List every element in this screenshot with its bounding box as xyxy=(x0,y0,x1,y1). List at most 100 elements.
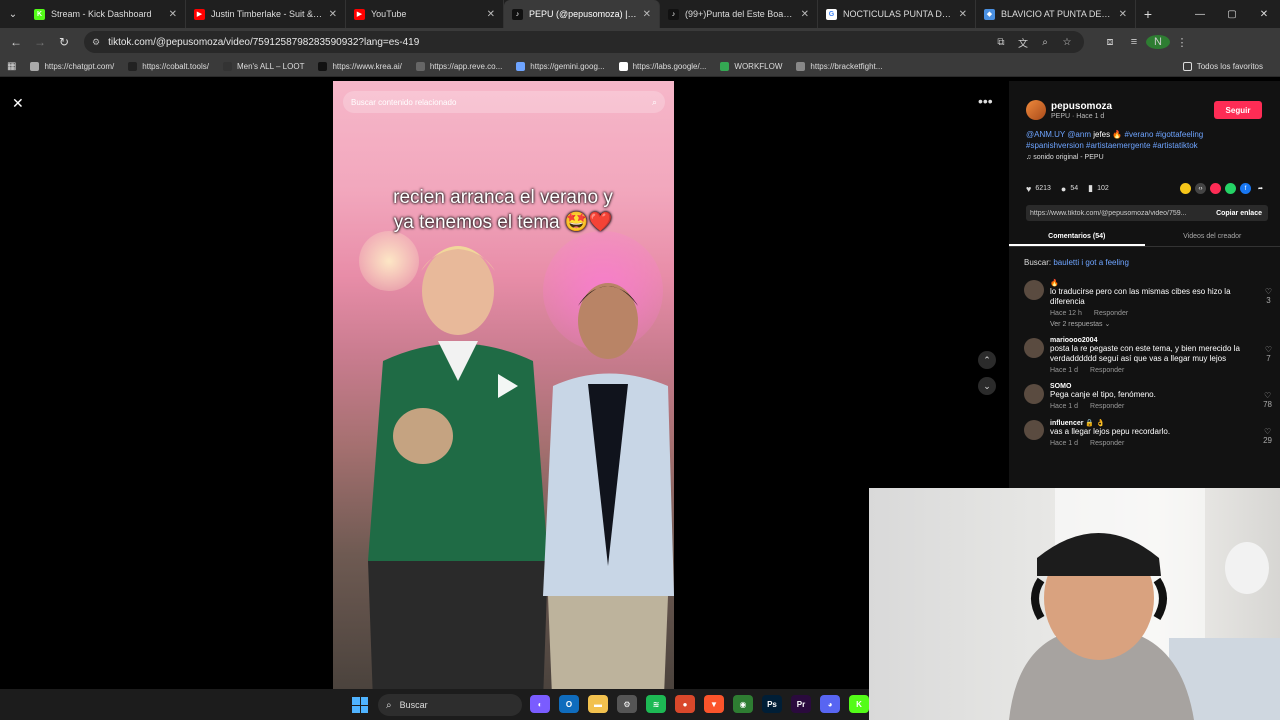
commenter-avatar[interactable] xyxy=(1024,420,1044,440)
reply-button[interactable]: Responder xyxy=(1090,403,1124,410)
save-button[interactable]: ▮ 102 xyxy=(1088,183,1109,194)
close-tab-icon[interactable]: ✕ xyxy=(329,9,337,20)
menu-icon[interactable]: ⋮ xyxy=(1170,36,1194,49)
close-tab-icon[interactable]: ✕ xyxy=(959,9,967,20)
forward-icon[interactable]: → xyxy=(28,35,52,49)
settings-icon[interactable]: ⚙ xyxy=(617,695,637,713)
close-tab-icon[interactable]: ✕ xyxy=(487,9,495,20)
related-search-input[interactable]: Buscar contenido relacionado ⌕ xyxy=(343,91,665,113)
profile-avatar[interactable]: N xyxy=(1146,35,1170,49)
next-video-icon[interactable]: ⌄ xyxy=(978,377,996,395)
tiktok-share-icon[interactable] xyxy=(1210,183,1221,194)
reply-button[interactable]: Responder xyxy=(1094,310,1128,317)
browser-tab[interactable]: K Stream - Kick Dashboard ✕ xyxy=(26,0,186,28)
commenter-name[interactable]: 🔥 xyxy=(1050,279,1272,287)
tab-creator-videos[interactable]: Videos del creador xyxy=(1145,229,1280,246)
like-button[interactable]: ♥ 6213 xyxy=(1026,184,1051,194)
bookmark-item[interactable]: https://labs.google/... xyxy=(612,61,714,71)
browser-tab[interactable]: ♪ PEPU (@pepusomoza) | TikTok ✕ xyxy=(504,0,660,28)
browser-tab[interactable]: ◆ BLAVICIO AT PUNTA DEL ESTE ✕ xyxy=(976,0,1136,28)
creator-name[interactable]: pepusomoza xyxy=(1051,101,1112,112)
close-window-icon[interactable]: ✕ xyxy=(1248,9,1280,20)
new-tab-button[interactable]: + xyxy=(1136,6,1160,22)
facebook-icon[interactable]: f xyxy=(1240,183,1251,194)
close-tab-icon[interactable]: ✕ xyxy=(643,9,651,20)
apps-icon[interactable]: ▦ xyxy=(0,61,23,72)
brave-icon[interactable]: ▼ xyxy=(704,695,724,713)
bookmark-item[interactable]: WORKFLOW xyxy=(713,61,789,71)
bookmark-item[interactable]: https://app.reve.co... xyxy=(409,61,509,71)
sound-link[interactable]: ♫ sonido original - PEPU xyxy=(1026,154,1104,161)
follow-button[interactable]: Seguir xyxy=(1214,101,1262,119)
browser-tab[interactable]: G NOCTICULAS PUNTA DELE STE ✕ xyxy=(818,0,976,28)
commenter-avatar[interactable] xyxy=(1024,384,1044,404)
comment-button[interactable]: ● 54 xyxy=(1061,184,1078,194)
share-arrow-icon[interactable]: ➦ xyxy=(1255,183,1266,194)
back-icon[interactable]: ← xyxy=(4,35,28,49)
chrome-icon[interactable]: ◉ xyxy=(733,695,753,713)
extensions-icon[interactable]: ⧈ xyxy=(1098,36,1122,49)
video-link-field[interactable]: https://www.tiktok.com/@pepusomoza/video… xyxy=(1026,205,1268,221)
close-icon[interactable]: ✕ xyxy=(12,95,24,112)
commenter-name[interactable]: marioooo2004 xyxy=(1050,337,1272,344)
whatsapp-icon[interactable] xyxy=(1225,183,1236,194)
comment-like-button[interactable]: ♡ 78 xyxy=(1263,391,1272,409)
bookmark-item[interactable]: https://gemini.goog... xyxy=(509,61,611,71)
embed-icon[interactable]: ‹› xyxy=(1195,183,1206,194)
bookmark-item[interactable]: https://bracketfight... xyxy=(789,61,889,71)
address-bar[interactable]: ⚙ tiktok.com/@pepusomoza/video/759125879… xyxy=(84,31,1084,53)
cast-icon[interactable]: ⧉ xyxy=(990,37,1012,48)
coin-share-icon[interactable] xyxy=(1180,183,1191,194)
reload-icon[interactable]: ↻ xyxy=(52,35,76,49)
description-mentions[interactable]: @ANM.UY @anm xyxy=(1026,130,1091,139)
comment-like-button[interactable]: ♡ 7 xyxy=(1265,345,1272,363)
browser-tab[interactable]: ♪ (99+)Punta del Este Boat Club ✕ xyxy=(660,0,818,28)
close-tab-icon[interactable]: ✕ xyxy=(1119,9,1127,20)
tab-search-icon[interactable]: ⌄ xyxy=(0,0,26,28)
browser-tab[interactable]: ▶ Justin Timberlake - Suit & Tie (O ✕ xyxy=(186,0,346,28)
minimize-icon[interactable]: — xyxy=(1184,9,1216,20)
site-info-icon[interactable]: ⚙ xyxy=(92,37,100,48)
translate-icon[interactable]: 文 xyxy=(1012,35,1034,50)
bookmark-item[interactable]: Men's ALL – LOOT xyxy=(216,61,311,71)
explorer-icon[interactable]: ▬ xyxy=(588,695,608,713)
kick-app-icon[interactable]: K xyxy=(849,695,869,713)
media-icon[interactable]: ≡ xyxy=(1122,36,1146,48)
copilot-icon[interactable]: ◐ xyxy=(530,695,550,713)
search-suggestion[interactable]: Buscar: bauletti i got a feeling xyxy=(1024,258,1129,267)
discord-icon[interactable]: ◕ xyxy=(820,695,840,713)
more-options-icon[interactable]: ••• xyxy=(978,93,993,109)
outlook-icon[interactable]: O xyxy=(559,695,579,713)
commenter-name[interactable]: SOMO xyxy=(1050,383,1272,390)
view-replies-button[interactable]: Ver 2 respuestas ⌄ xyxy=(1050,320,1272,328)
windows-start-icon[interactable] xyxy=(352,697,368,713)
bookmark-item[interactable]: https://www.krea.ai/ xyxy=(311,61,408,71)
zoom-icon[interactable]: ⌕ xyxy=(1034,37,1056,48)
bookmark-item[interactable]: https://cobalt.tools/ xyxy=(121,61,216,71)
description-tags-2[interactable]: #spanishversion #artistaemergente #artis… xyxy=(1026,141,1198,150)
comment-like-button[interactable]: ♡ 29 xyxy=(1263,427,1272,445)
tab-comments[interactable]: Comentarios (54) xyxy=(1009,229,1145,246)
premiere-icon[interactable]: Pr xyxy=(791,695,811,713)
previous-video-icon[interactable]: ⌃ xyxy=(978,351,996,369)
video-player[interactable]: Buscar contenido relacionado ⌕ recien ar… xyxy=(333,81,674,689)
all-bookmarks-button[interactable]: Todos los favoritos xyxy=(1176,61,1270,71)
maximize-icon[interactable]: ▢ xyxy=(1216,9,1248,20)
star-icon[interactable]: ☆ xyxy=(1056,37,1078,48)
commenter-avatar[interactable] xyxy=(1024,338,1044,358)
copy-link-button[interactable]: Copiar enlace xyxy=(1216,210,1268,217)
search-icon[interactable]: ⌕ xyxy=(652,97,657,108)
spotify-icon[interactable]: ≋ xyxy=(646,695,666,713)
bookmark-item[interactable]: https://chatgpt.com/ xyxy=(23,61,121,71)
close-tab-icon[interactable]: ✕ xyxy=(801,9,809,20)
commenter-name[interactable]: influencer 🔒 👌 xyxy=(1050,419,1272,427)
creator-avatar[interactable] xyxy=(1026,100,1046,120)
taskbar-search[interactable]: ⌕ Buscar xyxy=(378,694,522,716)
close-tab-icon[interactable]: ✕ xyxy=(169,9,177,20)
play-icon[interactable] xyxy=(491,371,521,401)
reply-button[interactable]: Responder xyxy=(1090,367,1124,374)
app-icon[interactable]: ● xyxy=(675,695,695,713)
browser-tab[interactable]: ▶ YouTube ✕ xyxy=(346,0,504,28)
description-tags-1[interactable]: #verano #igottafeeling xyxy=(1125,130,1204,139)
reply-button[interactable]: Responder xyxy=(1090,440,1124,447)
